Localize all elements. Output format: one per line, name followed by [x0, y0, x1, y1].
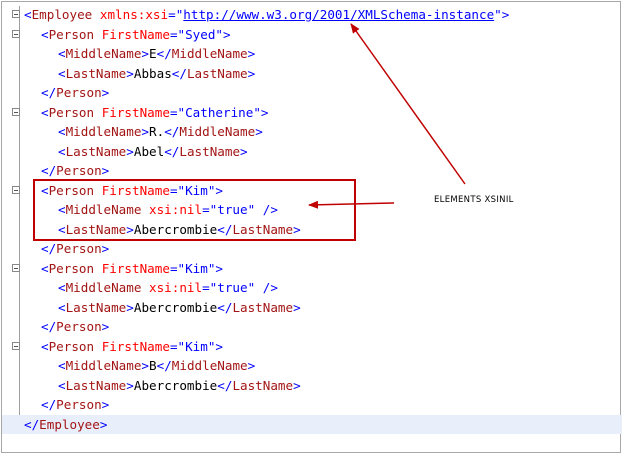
arrow-to-namespace: [350, 23, 466, 185]
arrow-to-nil-element: [308, 200, 395, 209]
xml-editor-window: <Employee xmlns:xsi="http://www.w3.org/2…: [1, 1, 622, 453]
annotation-arrows: [308, 23, 466, 209]
